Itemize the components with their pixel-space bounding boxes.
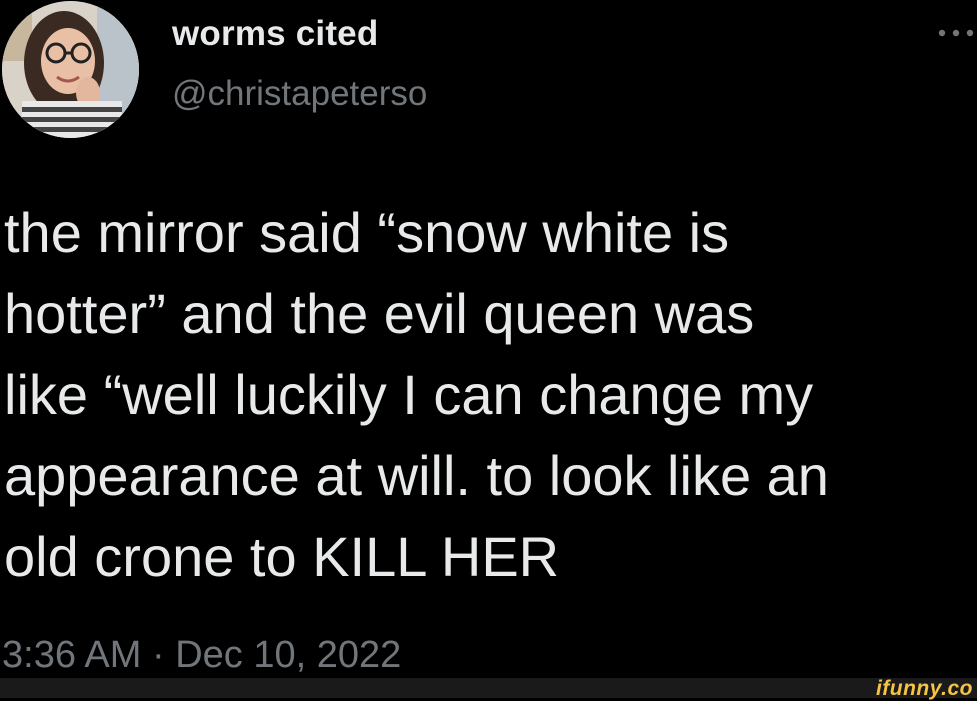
tweet-text-line: old crone to KILL HER <box>4 525 560 588</box>
user-handle[interactable]: @christapeterso <box>172 74 427 114</box>
watermark-bar <box>0 678 977 698</box>
ifunny-watermark: ifunny.co <box>875 677 973 700</box>
tweet-text-line: hotter” and the evil queen was <box>4 282 755 345</box>
tweet-text-line: the mirror said “snow white is <box>4 201 730 264</box>
display-name[interactable]: worms cited <box>172 14 378 54</box>
tweet-text-line: like “well luckily I can change my <box>4 363 814 426</box>
more-horizontal-icon[interactable] <box>935 18 977 48</box>
avatar[interactable] <box>2 1 139 138</box>
tweet-timestamp[interactable]: 3:36 AM · Dec 10, 2022 <box>2 634 401 677</box>
tweet-text: the mirror said “snow white is hotter” a… <box>4 192 977 597</box>
tweet-text-line: appearance at will. to look like an <box>4 444 829 507</box>
tweet-card: worms cited @christapeterso the mirror s… <box>0 0 977 700</box>
profile-photo-icon <box>2 1 139 138</box>
